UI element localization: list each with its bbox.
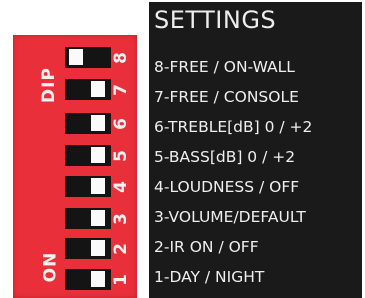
switch-number-7: 7	[111, 84, 131, 96]
dip-switch-7[interactable]	[65, 79, 111, 100]
setting-line-7: 7-FREE / CONSOLE	[154, 88, 299, 106]
setting-line-3: 3-VOLUME/DEFAULT	[154, 208, 306, 226]
dip-switch-3[interactable]	[65, 208, 111, 229]
switch-number-8: 8	[111, 52, 131, 64]
switch-knob	[91, 240, 105, 256]
on-label: ON	[40, 251, 61, 283]
switch-knob	[91, 81, 105, 97]
switch-knob	[91, 147, 105, 163]
switch-knob	[91, 271, 105, 287]
switch-number-6: 6	[111, 118, 131, 130]
switch-number-3: 3	[111, 213, 131, 225]
setting-line-1: 1-DAY / NIGHT	[154, 268, 265, 286]
dip-switch-1[interactable]	[65, 269, 111, 290]
dip-switch-4[interactable]	[65, 176, 111, 197]
dip-switch-5[interactable]	[65, 145, 111, 166]
switch-knob	[69, 49, 83, 65]
dip-switch-8[interactable]	[65, 47, 111, 68]
switch-knob	[91, 178, 105, 194]
switch-knob	[91, 115, 105, 131]
switch-number-4: 4	[111, 181, 131, 193]
setting-line-8: 8-FREE / ON-WALL	[154, 58, 295, 76]
switch-number-5: 5	[111, 150, 131, 162]
setting-line-5: 5-BASS[dB] 0 / +2	[154, 148, 296, 166]
settings-legend-panel: SETTINGS 8-FREE / ON-WALL 7-FREE / CONSO…	[149, 2, 362, 298]
dip-switch-6[interactable]	[65, 113, 111, 134]
setting-line-2: 2-IR ON / OFF	[154, 238, 259, 256]
dip-label: DIP	[38, 67, 59, 103]
dip-switch-block: DIP ON 8 7 6 5 4 3 2 1	[13, 35, 137, 298]
switch-number-2: 2	[111, 243, 131, 255]
switch-number-1: 1	[111, 274, 131, 286]
setting-line-6: 6-TREBLE[dB] 0 / +2	[154, 118, 313, 136]
setting-line-4: 4-LOUDNESS / OFF	[154, 178, 300, 196]
dip-switch-2[interactable]	[65, 238, 111, 259]
switch-knob	[91, 210, 105, 226]
settings-title: SETTINGS	[154, 6, 277, 34]
